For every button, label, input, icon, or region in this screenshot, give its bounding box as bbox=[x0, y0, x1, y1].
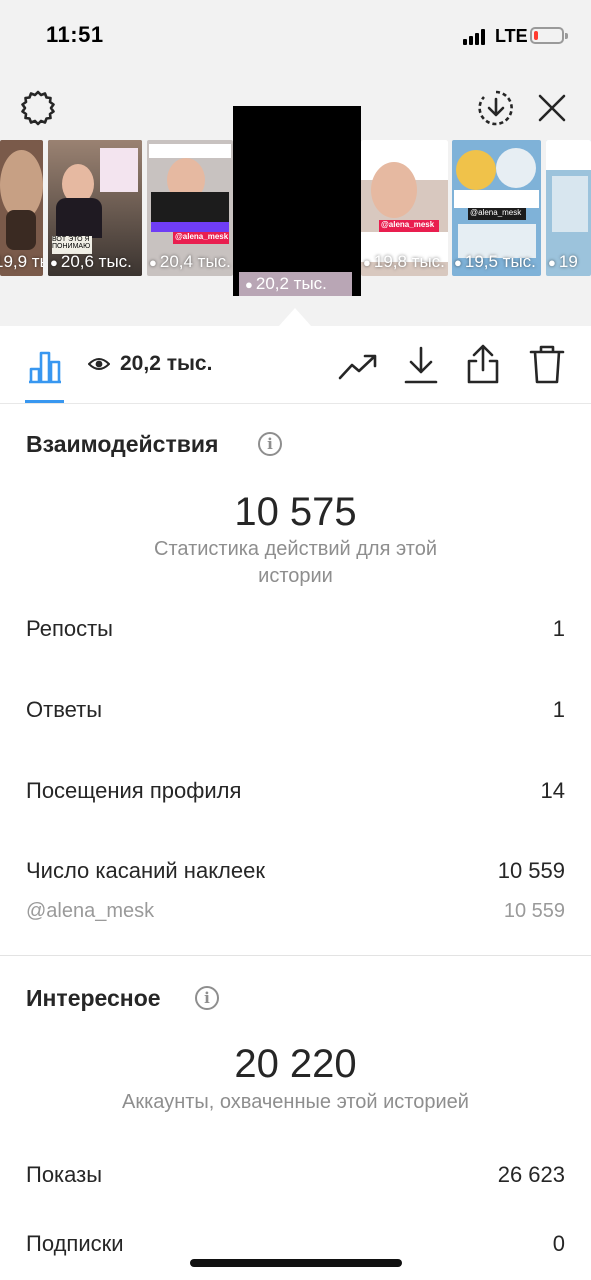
stat-value: 26 623 bbox=[497, 1162, 565, 1187]
stat-label: Показы bbox=[26, 1162, 103, 1187]
gear-icon[interactable] bbox=[18, 88, 58, 128]
stat-row-follows: Подписки 0 bbox=[26, 1231, 565, 1257]
discovery-caption: Аккаунты, охваченные этой историей bbox=[122, 1091, 469, 1113]
interactions-title: Взаимодействия bbox=[26, 431, 219, 457]
thumbnail-views: 19,9 тыс. bbox=[0, 252, 43, 271]
stat-row-profile-visits: Посещения профиля 14 bbox=[26, 778, 565, 804]
thumbnail-caption: @alena_mesk bbox=[379, 220, 439, 232]
battery-icon bbox=[530, 27, 568, 44]
story-thumbnail[interactable]: ВОТ ЭТО Я ПОНИМАЮ ● 20,6 тыс. bbox=[48, 140, 142, 276]
selection-pointer bbox=[278, 308, 312, 327]
info-icon[interactable]: i bbox=[258, 432, 282, 456]
story-toolbar: 20,2 тыс. bbox=[0, 326, 591, 404]
story-thumbnail[interactable]: @alena_mesk ● 19,5 тыс. bbox=[452, 140, 541, 276]
stat-subrow-mention: @alena_mesk 10 559 bbox=[26, 900, 565, 923]
stat-value: 14 bbox=[540, 778, 565, 803]
stat-label: Репосты bbox=[26, 616, 113, 641]
thumbnail-views: 19 bbox=[558, 252, 578, 271]
share-icon[interactable] bbox=[464, 342, 502, 386]
status-bar: 11:51 LTE bbox=[0, 0, 591, 72]
thumbnail-views: 19,5 тыс. bbox=[464, 252, 536, 271]
discovery-total: 20 220 bbox=[234, 1042, 357, 1086]
info-icon[interactable]: i bbox=[195, 986, 219, 1010]
stat-label: Подписки bbox=[26, 1231, 124, 1256]
current-story-views-value: 20,2 тыс. bbox=[255, 274, 327, 293]
stat-sub-label: @alena_mesk bbox=[26, 900, 155, 922]
trending-icon[interactable] bbox=[338, 348, 378, 384]
current-story-thumbnail[interactable] bbox=[233, 106, 361, 296]
interactions-caption: Статистика действий для этой истории bbox=[154, 538, 437, 587]
bar-chart-icon[interactable] bbox=[25, 346, 65, 386]
stat-value: 0 bbox=[552, 1231, 565, 1256]
thumbnail-caption: @alena_mesk bbox=[173, 232, 229, 244]
stat-row-impressions: Показы 26 623 bbox=[26, 1162, 565, 1188]
battery-level bbox=[534, 31, 538, 40]
stat-value: 1 bbox=[552, 616, 565, 641]
eye-icon bbox=[87, 356, 111, 377]
section-divider bbox=[0, 955, 591, 956]
stat-label: Посещения профиля bbox=[26, 778, 242, 803]
trash-icon[interactable] bbox=[528, 342, 566, 386]
thumbnail-views: 20,6 тыс. bbox=[60, 252, 132, 271]
download-icon[interactable] bbox=[402, 344, 440, 386]
story-thumbnail[interactable]: ● 19 bbox=[546, 140, 591, 276]
story-reach: 20,2 тыс. bbox=[120, 352, 213, 375]
discovery-title: Интересное bbox=[26, 985, 161, 1011]
thumbnail-views: 20,4 тыс. bbox=[159, 252, 231, 271]
stat-label: Число касаний наклеек bbox=[26, 858, 265, 883]
interactions-total: 10 575 bbox=[234, 490, 357, 534]
stat-row-reposts: Репосты 1 bbox=[26, 616, 565, 642]
stat-row-sticker-taps: Число касаний наклеек 10 559 bbox=[26, 858, 565, 884]
thumbnail-views: 19,8 тыс. bbox=[373, 252, 445, 271]
stat-value: 1 bbox=[552, 697, 565, 722]
signal-icon bbox=[463, 29, 489, 45]
network-type: LTE bbox=[495, 26, 528, 46]
thumbnail-caption: @alena_mesk bbox=[468, 208, 526, 220]
stat-sub-value: 10 559 bbox=[503, 900, 565, 922]
download-circle-icon[interactable] bbox=[476, 88, 516, 128]
stat-row-replies: Ответы 1 bbox=[26, 697, 565, 723]
home-indicator[interactable] bbox=[190, 1259, 402, 1267]
close-icon[interactable] bbox=[534, 90, 570, 126]
story-thumbnail[interactable]: 19,9 тыс. bbox=[0, 140, 43, 276]
story-preview-area: 11:51 LTE 19,9 тыс. bbox=[0, 0, 591, 327]
current-story-views: ● 20,2 тыс. bbox=[239, 272, 352, 296]
story-thumbnail[interactable]: @alena_mesk ● 20,4 тыс. bbox=[147, 140, 233, 276]
status-time: 11:51 bbox=[46, 22, 104, 47]
active-tab-indicator bbox=[25, 400, 64, 403]
stat-label: Ответы bbox=[26, 697, 103, 722]
story-thumbnail[interactable]: @alena_mesk ● 19,8 тыс. bbox=[361, 140, 448, 276]
stat-value: 10 559 bbox=[497, 858, 565, 883]
